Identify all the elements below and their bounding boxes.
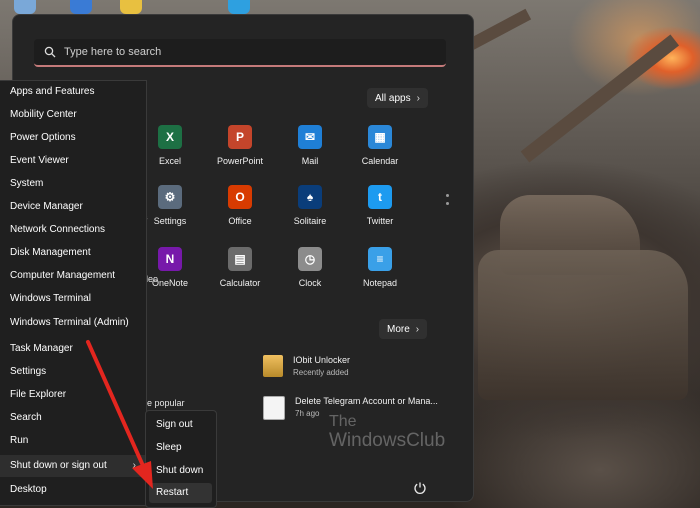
search-icon [44, 46, 56, 58]
winx-menu-item[interactable]: Settings [10, 366, 46, 377]
pinned-app-clock[interactable]: ◷ Clock [275, 247, 345, 288]
winx-menu-item[interactable]: Desktop [10, 484, 47, 495]
recommended-subtitle: Recently added [293, 368, 349, 377]
winx-menu-item[interactable]: Device Manager [10, 201, 83, 212]
winx-menu-item-label: Search [10, 412, 42, 423]
winx-menu-item[interactable]: Task Manager [10, 343, 73, 354]
winx-menu-item[interactable]: File Explorer [10, 389, 66, 400]
winx-menu-item-label: Power Options [10, 132, 76, 143]
more-button[interactable]: More › [379, 319, 428, 339]
winx-menu-item-label: Apps and Features [10, 86, 95, 97]
pinned-app-office[interactable]: O Office [205, 185, 275, 226]
winx-menu-item-label: Mobility Center [10, 109, 77, 120]
search-placeholder: Type here to search [64, 46, 162, 58]
winx-menu-item[interactable]: Power Options [10, 132, 76, 143]
excel-icon: X [158, 125, 182, 149]
mail-icon: ✉ [298, 125, 322, 149]
pinned-app-label: Twitter [366, 216, 394, 226]
recommended-title: IObit Unlocker [293, 355, 351, 365]
pinned-app-label: Calendar [361, 156, 399, 166]
shutdown-submenu-item[interactable]: Shut down [156, 465, 203, 476]
recommended-title: Delete Telegram Account or Mana... [295, 396, 438, 406]
calendar-icon: ▦ [368, 125, 392, 149]
winx-menu-item[interactable]: System [10, 178, 43, 189]
all-apps-label: All apps [375, 92, 411, 104]
winx-menu-item[interactable]: Computer Management [10, 270, 115, 281]
shutdown-submenu: Sign out Sleep Shut down Restart [145, 410, 217, 508]
winx-menu-item-label: System [10, 178, 44, 189]
onenote-icon: N [158, 247, 182, 271]
pinned-app-solitaire[interactable]: ♠ Solitaire [275, 185, 345, 226]
winx-menu-item-label: Settings [10, 366, 47, 377]
pinned-app-mail[interactable]: ✉ Mail [275, 125, 345, 166]
winx-menu-item-label: Task Manager [10, 343, 73, 354]
winx-menu-item[interactable]: Network Connections [10, 224, 105, 235]
winx-menu-item[interactable]: Shut down or sign out › [0, 455, 146, 477]
winx-menu-item[interactable]: Apps and Features [10, 86, 95, 97]
pinned-app-label: Calculator [219, 278, 261, 288]
winx-menu-item-label: Disk Management [10, 247, 91, 258]
pinned-app-label: Clock [298, 278, 322, 288]
iobit-unlocker-icon [263, 355, 283, 377]
all-apps-button[interactable]: All apps › [367, 88, 428, 108]
winx-menu-item[interactable]: Mobility Center [10, 109, 77, 120]
settings-icon: ⚙ [158, 185, 182, 209]
pinned-app-powerpoint[interactable]: P PowerPoint [205, 125, 275, 166]
wallpaper-tank-body [478, 250, 688, 400]
pinned-app-twitter[interactable]: t Twitter [345, 185, 415, 226]
winx-menu-item-label: Run [10, 435, 29, 446]
recommended-item[interactable]: IObit Unlocker Recently added [263, 355, 350, 377]
notepad-icon: ≡ [368, 247, 392, 271]
document-icon [263, 396, 285, 420]
winx-menu-item-label: Event Viewer [10, 155, 69, 166]
winx-menu-item[interactable]: Disk Management [10, 247, 91, 258]
recommended-label-partial: e popular [147, 398, 185, 408]
page-indicator-dots[interactable] [446, 194, 450, 210]
pinned-app-calculator[interactable]: ▤ Calculator [205, 247, 275, 288]
chevron-right-icon: › [132, 460, 136, 471]
chevron-right-icon: › [416, 92, 420, 104]
winx-menu-item-label: File Explorer [10, 389, 67, 400]
office-icon: O [228, 185, 252, 209]
edge-icon[interactable] [228, 0, 250, 14]
search-box[interactable]: Type here to search [34, 39, 446, 67]
winx-menu-item[interactable]: Search [10, 412, 42, 423]
desktop-app-icon[interactable] [70, 0, 92, 14]
watermark-line1: The [329, 413, 357, 430]
watermark-line2: WindowsClub [329, 430, 446, 451]
winx-menu-item-label: Desktop [10, 484, 47, 495]
twitter-icon: t [368, 185, 392, 209]
calculator-icon: ▤ [228, 247, 252, 271]
winx-menu-item-label: Windows Terminal (Admin) [10, 317, 129, 328]
winx-menu-item[interactable]: Windows Terminal [10, 293, 91, 304]
winx-menu-item[interactable]: Event Viewer [10, 155, 69, 166]
winx-menu-item[interactable]: Run [10, 435, 28, 446]
winx-menu-item[interactable]: Windows Terminal (Admin) [10, 317, 129, 328]
winx-menu-item-label: Network Connections [10, 224, 106, 235]
recycle-bin-icon[interactable] [14, 0, 36, 14]
shutdown-submenu-item[interactable]: Sleep [156, 442, 182, 453]
chevron-right-icon: › [415, 323, 420, 335]
pinned-app-notepad[interactable]: ≡ Notepad [345, 247, 415, 288]
pinned-app-label: Solitaire [293, 216, 327, 226]
pinned-app-label: PowerPoint [216, 156, 264, 166]
pinned-app-calendar[interactable]: ▦ Calendar [345, 125, 415, 166]
winx-menu-item-label: Device Manager [10, 201, 83, 212]
clock-icon: ◷ [298, 247, 322, 271]
shutdown-submenu-item[interactable]: Restart [149, 483, 212, 503]
winx-menu-item-label: Shut down or sign out [10, 460, 107, 471]
desktop-app-icon[interactable] [120, 0, 142, 14]
shutdown-submenu-item[interactable]: Sign out [156, 419, 193, 430]
more-label: More [387, 323, 410, 335]
pinned-app-label: Notepad [362, 278, 398, 288]
power-icon[interactable] [413, 481, 427, 495]
pinned-app-label: Office [228, 216, 252, 226]
pinned-app-label: Mail [301, 156, 319, 166]
winx-menu-item-label: Windows Terminal [10, 293, 91, 304]
powerpoint-icon: P [228, 125, 252, 149]
winx-menu-item-label: Computer Management [10, 270, 116, 281]
solitaire-icon: ♠ [298, 185, 322, 209]
watermark: The WindowsClub [329, 412, 445, 450]
